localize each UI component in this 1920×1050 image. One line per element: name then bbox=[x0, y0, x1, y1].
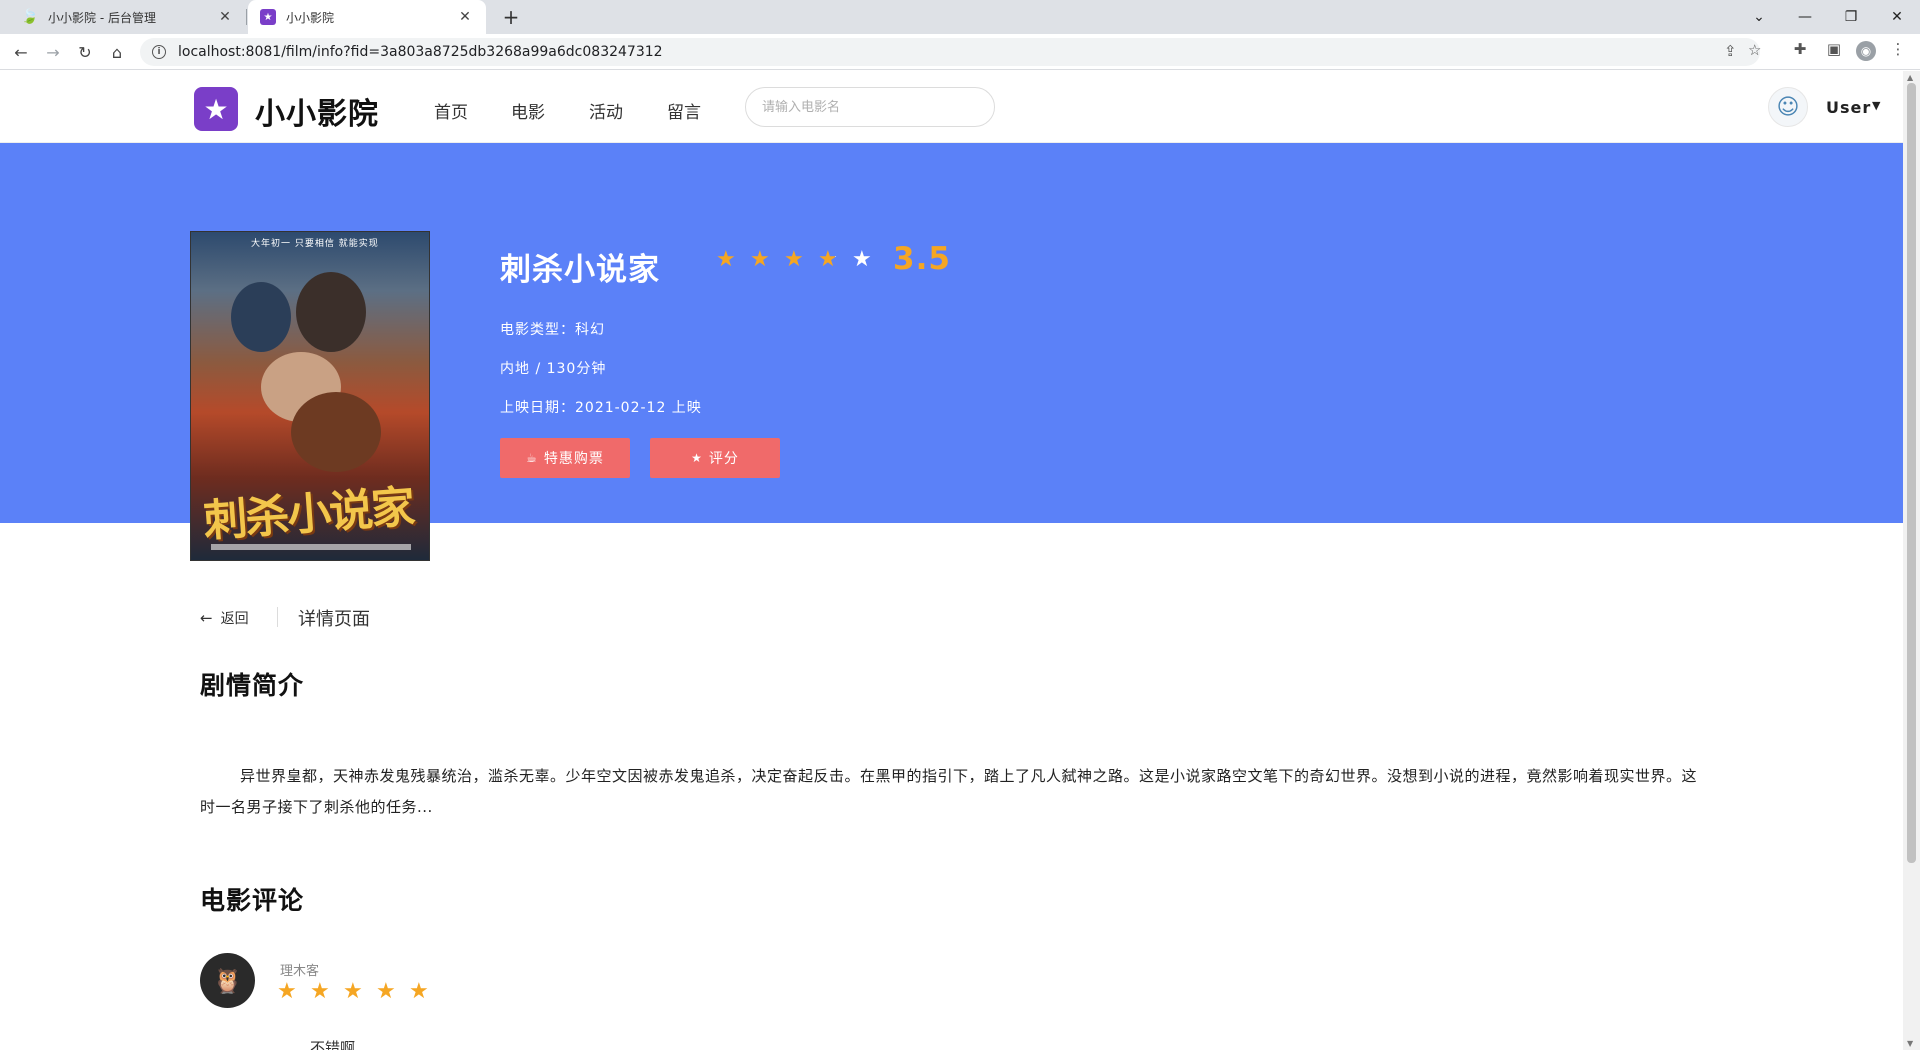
film-poster: 大年初一 只要相信 就能实现 刺杀小说家 bbox=[190, 231, 430, 561]
close-icon[interactable]: ✕ bbox=[214, 9, 236, 25]
nav-movies[interactable]: 电影 bbox=[511, 98, 545, 123]
film-rating-stars: ★ ★ ★ ★ ★ bbox=[716, 249, 886, 271]
caret-down-icon[interactable]: ▼ bbox=[1872, 99, 1880, 112]
star-icon: ★ bbox=[310, 979, 330, 1004]
star-icon: ★ bbox=[277, 979, 297, 1004]
home-icon[interactable]: ⌂ bbox=[104, 40, 130, 64]
back-label: 返回 bbox=[220, 611, 249, 627]
user-avatar[interactable]: ☺ bbox=[1768, 87, 1808, 127]
logo-star-icon[interactable]: ★ bbox=[194, 87, 238, 131]
tab-title: 小小影院 - 后台管理 bbox=[48, 10, 156, 25]
reload-icon[interactable]: ↻ bbox=[72, 40, 98, 64]
back-link[interactable]: ← 返回 bbox=[200, 608, 249, 628]
star-icon: ★ bbox=[784, 247, 804, 272]
comment-username: 理木客 bbox=[280, 964, 320, 979]
nav-activities[interactable]: 活动 bbox=[589, 98, 623, 123]
star-icon: ★ bbox=[376, 979, 396, 1004]
back-icon[interactable]: ← bbox=[8, 40, 34, 64]
rate-label: 评分 bbox=[708, 451, 739, 467]
film-title: 刺杀小说家 bbox=[500, 252, 660, 288]
breadcrumb-divider bbox=[277, 607, 278, 627]
comment-text: 不错啊 bbox=[310, 1039, 356, 1050]
nav-messages[interactable]: 留言 bbox=[667, 98, 701, 123]
poster-credits bbox=[211, 544, 411, 550]
star-logo-icon: ★ bbox=[260, 9, 276, 25]
comment-rating-stars: ★ ★ ★ ★ ★ bbox=[277, 981, 442, 1003]
star-icon: ★ bbox=[343, 979, 363, 1004]
page-scrollbar[interactable]: ▲ ▼ bbox=[1903, 71, 1920, 1050]
arrow-left-icon: ← bbox=[200, 609, 213, 627]
synopsis-heading: 剧情简介 bbox=[200, 671, 305, 700]
poster-figure bbox=[291, 392, 381, 472]
forward-icon[interactable]: → bbox=[40, 40, 66, 64]
page-title: 详情页面 bbox=[298, 609, 370, 630]
poster-figure bbox=[231, 282, 291, 352]
site-name[interactable]: 小小影院 bbox=[255, 89, 379, 133]
star-icon: ★ bbox=[716, 247, 736, 272]
profile-icon[interactable]: ◉ bbox=[1856, 41, 1876, 61]
star-outline-icon: ★ bbox=[852, 247, 872, 272]
address-bar[interactable]: i localhost:8081/film/info?fid=3a803a872… bbox=[140, 38, 1761, 66]
star-icon: ★ bbox=[409, 979, 429, 1004]
scroll-up-icon[interactable]: ▲ bbox=[1907, 73, 1913, 82]
comment-avatar: 🦉 bbox=[200, 953, 255, 1008]
browser-tabbar: 🍃 小小影院 - 后台管理 ✕ ★ 小小影院 ✕ + ⌄ — ❐ ✕ bbox=[0, 0, 1920, 34]
nav-home[interactable]: 首页 bbox=[434, 98, 468, 123]
half-star-icon: ★ bbox=[818, 249, 852, 271]
coffee-cup-icon: ☕ bbox=[526, 451, 538, 465]
tab-title: 小小影院 bbox=[286, 10, 335, 25]
close-window-button[interactable]: ✕ bbox=[1874, 0, 1920, 34]
poster-title: 刺杀小说家 bbox=[201, 481, 415, 548]
info-icon[interactable]: i bbox=[152, 45, 166, 59]
menu-kebab-icon[interactable]: ⋮ bbox=[1888, 39, 1908, 59]
film-type: 电影类型：科幻 bbox=[500, 322, 605, 338]
scroll-down-icon[interactable]: ▼ bbox=[1907, 1039, 1913, 1048]
side-panel-icon[interactable]: ▣ bbox=[1824, 39, 1844, 59]
movie-search-input[interactable] bbox=[745, 87, 995, 127]
browser-tab-admin[interactable]: 🍃 小小影院 - 后台管理 ✕ bbox=[8, 0, 246, 34]
film-region-duration: 内地 / 130分钟 bbox=[500, 361, 607, 377]
page-viewport: ★ 小小影院 首页 电影 活动 留言 ☺ User ▼ 大年初一 只要相信 就能… bbox=[0, 71, 1920, 1050]
new-tab-button[interactable]: + bbox=[497, 0, 525, 34]
extensions-icon[interactable]: ✚ bbox=[1790, 39, 1810, 59]
rate-button[interactable]: ★ 评分 bbox=[650, 438, 780, 478]
star-icon: ★ bbox=[750, 247, 770, 272]
share-icon[interactable]: ⇪ bbox=[1724, 42, 1737, 60]
restore-button[interactable]: ❐ bbox=[1828, 0, 1874, 34]
browser-tab-cinema[interactable]: ★ 小小影院 ✕ bbox=[248, 0, 486, 34]
scrollbar-thumb[interactable] bbox=[1907, 83, 1916, 863]
comments-heading: 电影评论 bbox=[200, 886, 305, 915]
buy-ticket-button[interactable]: ☕ 特惠购票 bbox=[500, 438, 630, 478]
synopsis-text: 异世界皇都，天神赤发鬼残暴统治，滥杀无辜。少年空文因被赤发鬼追杀，决定奋起反击。… bbox=[200, 767, 1698, 816]
url-text: localhost:8081/film/info?fid=3a803a8725d… bbox=[178, 44, 663, 60]
leaf-icon: 🍃 bbox=[21, 9, 39, 25]
buy-ticket-label: 特惠购票 bbox=[543, 451, 604, 467]
film-release-date: 上映日期：2021-02-12 上映 bbox=[500, 400, 702, 416]
poster-figure bbox=[296, 272, 366, 352]
tab-separator bbox=[246, 9, 247, 25]
poster-tagline: 大年初一 只要相信 就能实现 bbox=[251, 239, 379, 249]
close-icon[interactable]: ✕ bbox=[454, 9, 476, 25]
star-icon: ★ bbox=[691, 451, 703, 465]
site-header: ★ 小小影院 首页 电影 活动 留言 ☺ User ▼ bbox=[0, 71, 1903, 143]
browser-toolbar: ← → ↻ ⌂ i localhost:8081/film/info?fid=3… bbox=[0, 34, 1920, 70]
tab-search-icon[interactable]: ⌄ bbox=[1736, 0, 1782, 34]
minimize-button[interactable]: — bbox=[1782, 0, 1828, 34]
rating-score: 3.5 bbox=[893, 241, 951, 277]
user-name[interactable]: User bbox=[1826, 98, 1871, 117]
bookmark-star-icon[interactable]: ☆ bbox=[1748, 41, 1761, 59]
